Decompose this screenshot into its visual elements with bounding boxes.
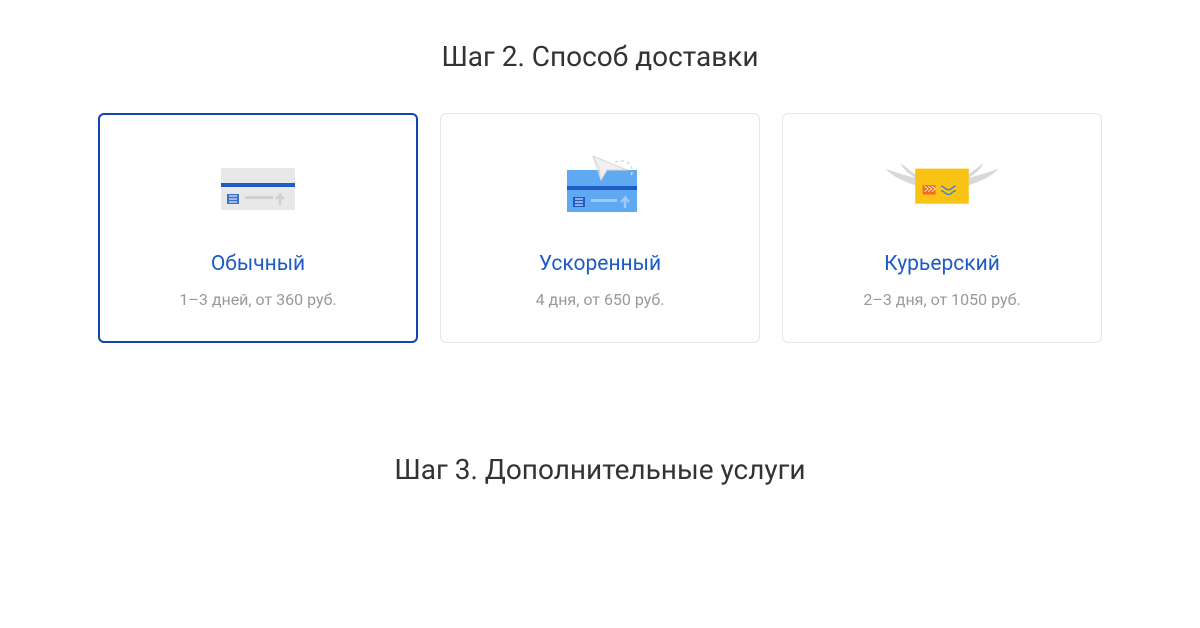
delivery-option-subtitle: 2–3 дня, от 1050 руб. (863, 290, 1020, 309)
delivery-option-subtitle: 4 дня, от 650 руб. (536, 290, 665, 309)
delivery-option-title: Ускоренный (539, 252, 661, 276)
delivery-option-courier[interactable]: Курьерский 2–3 дня, от 1050 руб. (782, 113, 1102, 343)
courier-envelope-icon (882, 148, 1002, 228)
delivery-options-row: Обычный 1–3 дней, от 360 руб. Ускоренный… (60, 113, 1140, 343)
standard-envelope-icon (198, 148, 318, 228)
delivery-option-standard[interactable]: Обычный 1–3 дней, от 360 руб. (98, 113, 418, 343)
delivery-option-subtitle: 1–3 дней, от 360 руб. (179, 290, 336, 309)
delivery-option-title: Курьерский (884, 252, 1000, 276)
delivery-option-title: Обычный (211, 252, 305, 276)
step2-title: Шаг 2. Способ доставки (60, 40, 1140, 73)
express-envelope-icon (540, 148, 660, 228)
delivery-option-express[interactable]: Ускоренный 4 дня, от 650 руб. (440, 113, 760, 343)
step3-title: Шаг 3. Дополнительные услуги (60, 453, 1140, 486)
